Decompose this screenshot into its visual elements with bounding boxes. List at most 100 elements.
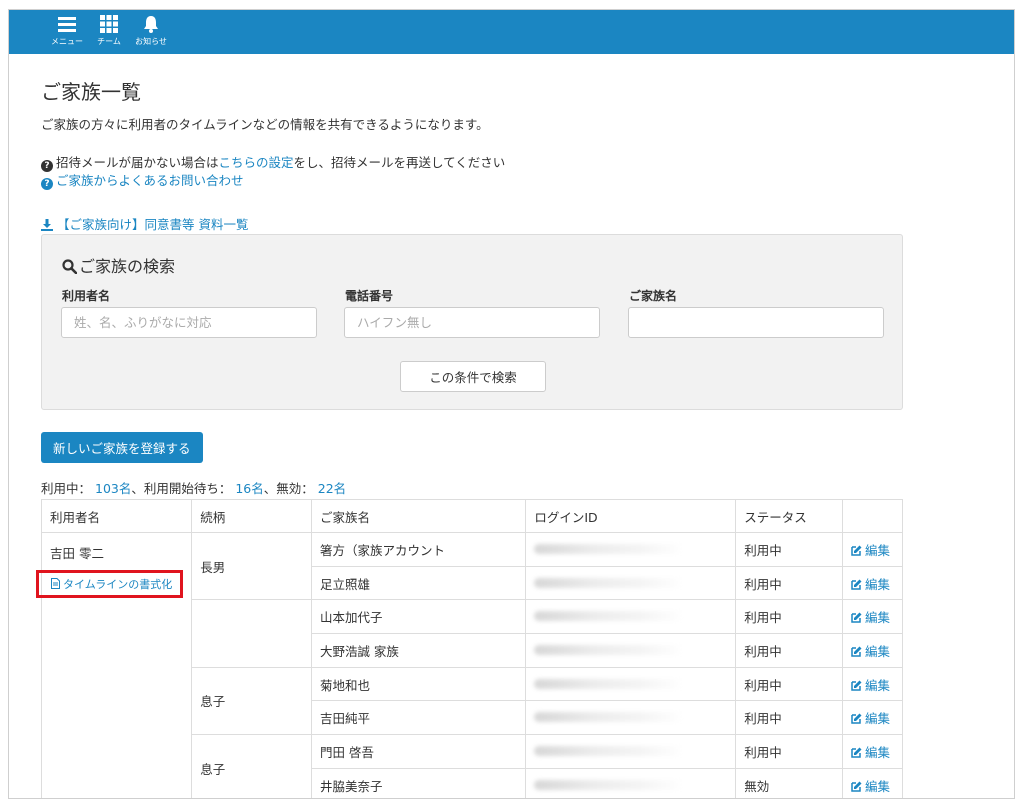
col-relation: 続柄 <box>191 499 312 533</box>
col-login-id: ログインID <box>525 499 737 533</box>
page-description: ご家族の方々に利用者のタイムラインなどの情報を共有できるようになります。 <box>41 117 489 132</box>
menu-label: メニュー <box>51 37 83 46</box>
redacted-login-id <box>534 712 685 723</box>
waiting-count-link[interactable]: 16名 <box>235 481 263 496</box>
team-label: チーム <box>97 37 121 46</box>
user-cell: 吉田 零二 タイムラインの書式化 <box>36 532 193 798</box>
edit-icon <box>851 679 862 691</box>
login-id-cell <box>525 700 737 736</box>
action-cell: 編集 <box>841 767 904 798</box>
edit-link[interactable]: 編集 <box>851 779 890 794</box>
page-title: ご家族一覧 <box>41 80 141 104</box>
family-name-cell: 門田 啓吾 <box>310 734 527 769</box>
action-cell: 編集 <box>841 666 904 702</box>
family-name-cell: 大野浩誠 家族 <box>310 633 527 668</box>
action-cell: 編集 <box>841 700 904 736</box>
grid-icon <box>87 15 131 37</box>
edit-link[interactable]: 編集 <box>851 577 890 592</box>
login-id-cell <box>525 532 737 567</box>
col-family-name: ご家族名 <box>310 499 527 533</box>
edit-icon <box>851 746 862 758</box>
user-name-label: 利用者名 <box>62 289 111 303</box>
hamburger-icon <box>45 15 89 37</box>
status-cell: 利用中 <box>735 565 843 601</box>
family-table: 利用者名 続柄 ご家族名 ログインID ステータス 吉田 零二 タイムラインの書… <box>36 499 904 798</box>
action-cell: 編集 <box>841 633 904 668</box>
status-cell: 利用中 <box>735 700 843 736</box>
user-name-input[interactable] <box>61 307 317 338</box>
user-name: 吉田 零二 <box>50 546 104 561</box>
register-family-button[interactable]: 新しいご家族を登録する <box>41 432 203 463</box>
invite-settings-link[interactable]: こちらの設定 <box>219 155 294 170</box>
edit-link[interactable]: 編集 <box>851 610 890 625</box>
top-navbar: メニュー チーム お知らせ <box>9 10 1014 54</box>
documents-download-link[interactable]: 【ご家族向け】同意書等 資料一覧 <box>57 217 248 232</box>
redacted-login-id <box>534 543 685 554</box>
download-row: 【ご家族向け】同意書等 資料一覧 <box>41 214 248 234</box>
status-cell: 無効 <box>735 767 843 798</box>
family-name-label: ご家族名 <box>629 289 678 303</box>
edit-link[interactable]: 編集 <box>851 543 890 558</box>
login-id-cell <box>525 767 737 798</box>
edit-icon <box>851 544 862 556</box>
status-cell: 利用中 <box>735 599 843 635</box>
edit-link[interactable]: 編集 <box>851 644 890 659</box>
family-name-input[interactable] <box>628 307 884 338</box>
col-actions <box>841 499 904 533</box>
login-id-cell <box>525 734 737 769</box>
family-name-cell: 足立照雄 <box>310 565 527 601</box>
redacted-login-id <box>534 779 685 790</box>
action-cell: 編集 <box>841 599 904 635</box>
col-status: ステータス <box>735 499 843 533</box>
family-name-cell: 山本加代子 <box>310 599 527 635</box>
notifications-button[interactable]: お知らせ <box>129 15 173 51</box>
relation-cell: 息子 <box>191 666 312 736</box>
team-button[interactable]: チーム <box>87 15 131 51</box>
action-cell: 編集 <box>841 565 904 601</box>
invite-note: ? 招待メールが届かない場合はこちらの設定をし、招待メールを再送してください <box>41 152 505 172</box>
menu-button[interactable]: メニュー <box>45 15 89 51</box>
action-cell: 編集 <box>841 532 904 567</box>
download-icon <box>41 219 53 234</box>
app-frame: メニュー チーム お知らせ ご家族一覧 ご家族の方々に利用者のタイムラインなどの… <box>8 9 1015 799</box>
faq-row: ? ご家族からよくあるお問い合わせ <box>41 170 244 190</box>
login-id-cell <box>525 633 737 668</box>
action-cell: 編集 <box>841 734 904 769</box>
login-id-cell <box>525 599 737 635</box>
notifications-label: お知らせ <box>135 37 167 46</box>
inactive-count-link[interactable]: 22名 <box>318 481 346 496</box>
redacted-login-id <box>534 678 685 689</box>
phone-input[interactable] <box>344 307 600 338</box>
search-title: ご家族の検索 <box>62 253 175 278</box>
status-cell: 利用中 <box>735 734 843 769</box>
redacted-login-id <box>534 577 685 588</box>
redacted-login-id <box>534 745 685 756</box>
bell-icon <box>129 15 173 37</box>
status-cell: 利用中 <box>735 633 843 668</box>
family-name-cell: 菊地和也 <box>310 666 527 702</box>
redacted-login-id <box>534 644 685 655</box>
family-name-cell: 井脇美奈子 <box>310 767 527 798</box>
family-name-cell: 箸方（家族アカウント <box>310 532 527 567</box>
timeline-format-link[interactable]: タイムラインの書式化 <box>36 570 184 598</box>
search-submit-button[interactable]: この条件で検索 <box>400 361 546 392</box>
status-cell: 利用中 <box>735 666 843 702</box>
edit-icon <box>851 645 862 657</box>
edit-icon <box>851 611 862 623</box>
edit-link[interactable]: 編集 <box>851 678 890 693</box>
relation-cell: 息子 <box>191 734 312 798</box>
status-counts: 利用中： 103名、利用開始待ち： 16名、無効： 22名 <box>41 481 347 496</box>
relation-cell: 長男 <box>191 531 312 601</box>
edit-link[interactable]: 編集 <box>851 711 890 726</box>
document-icon <box>51 578 60 592</box>
question-circle-icon: ? <box>41 178 53 190</box>
faq-link[interactable]: ご家族からよくあるお問い合わせ <box>56 173 244 188</box>
login-id-cell <box>525 565 737 601</box>
edit-link[interactable]: 編集 <box>851 745 890 760</box>
phone-label: 電話番号 <box>345 289 394 303</box>
col-user-name: 利用者名 <box>40 499 193 533</box>
active-count-link[interactable]: 103名 <box>95 481 131 496</box>
edit-icon <box>851 578 862 590</box>
search-panel: ご家族の検索 利用者名 電話番号 ご家族名 この条件で検索 <box>41 234 903 410</box>
table-row: 吉田 零二 タイムラインの書式化 長男 箸方（家族アカウント 利用中 編集 <box>36 531 904 798</box>
